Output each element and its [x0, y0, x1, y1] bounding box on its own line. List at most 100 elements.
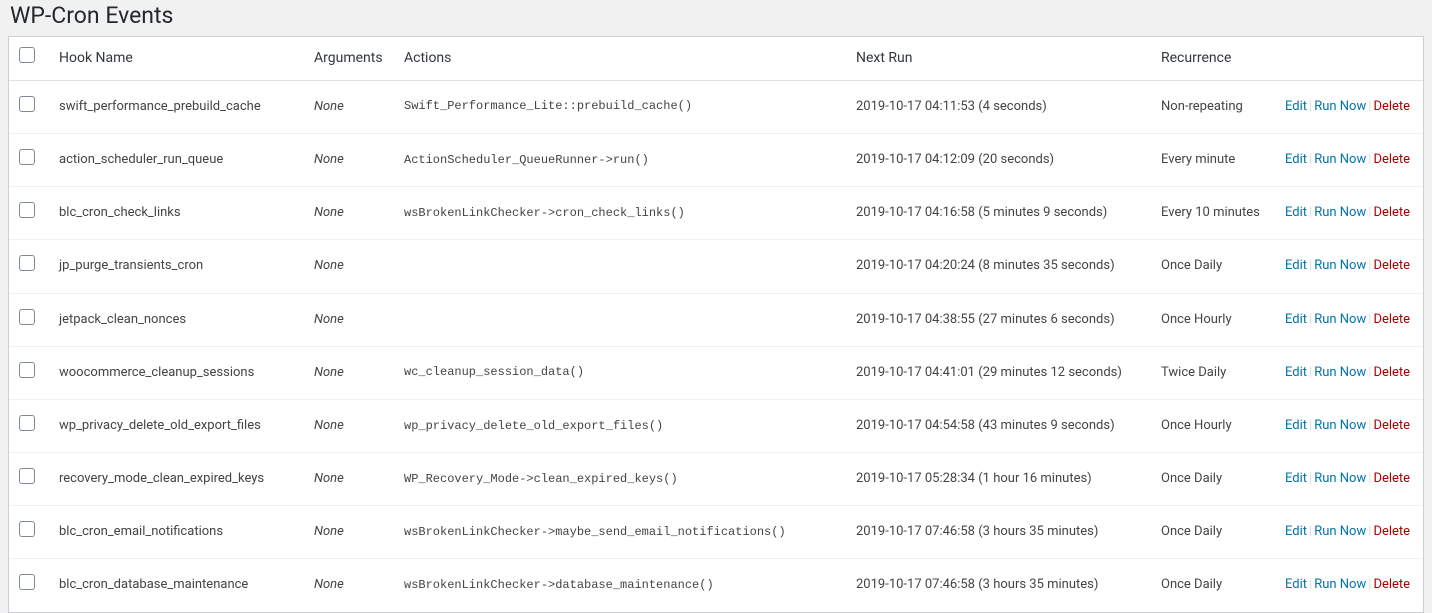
delete-link[interactable]: Delete — [1373, 365, 1410, 380]
action-callback — [394, 240, 846, 293]
arguments-value: None — [304, 133, 394, 186]
delete-link[interactable]: Delete — [1373, 471, 1410, 486]
row-checkbox-cell — [9, 453, 49, 506]
delete-link[interactable]: Delete — [1373, 152, 1410, 167]
delete-link[interactable]: Delete — [1373, 205, 1410, 220]
select-all-cell — [9, 37, 49, 80]
delete-link[interactable]: Delete — [1373, 312, 1410, 327]
edit-link[interactable]: Edit — [1285, 524, 1307, 539]
arguments-value: None — [304, 453, 394, 506]
action-callback: wsBrokenLinkChecker->maybe_send_email_no… — [394, 506, 846, 559]
row-checkbox[interactable] — [19, 255, 35, 271]
col-header-args: Arguments — [304, 37, 394, 80]
row-checkbox-cell — [9, 346, 49, 399]
cron-events-table: Hook Name Arguments Actions Next Run Rec… — [8, 36, 1424, 612]
recurrence: Once Daily — [1151, 453, 1275, 506]
row-checkbox[interactable] — [19, 96, 35, 112]
row-checkbox[interactable] — [19, 415, 35, 431]
separator: | — [1307, 577, 1314, 592]
row-checkbox[interactable] — [19, 202, 35, 218]
row-actions: Edit|Run Now|Delete — [1275, 133, 1423, 186]
run-now-link[interactable]: Run Now — [1314, 205, 1366, 220]
recurrence: Every minute — [1151, 133, 1275, 186]
edit-link[interactable]: Edit — [1285, 312, 1307, 327]
run-now-link[interactable]: Run Now — [1314, 471, 1366, 486]
table-row: wp_privacy_delete_old_export_filesNonewp… — [9, 399, 1423, 452]
hook-name: wp_privacy_delete_old_export_files — [49, 399, 304, 452]
run-now-link[interactable]: Run Now — [1314, 258, 1366, 273]
next-run: 2019-10-17 07:46:58 (3 hours 35 minutes) — [846, 506, 1151, 559]
row-checkbox-cell — [9, 293, 49, 346]
table-row: blc_cron_database_maintenanceNonewsBroke… — [9, 559, 1423, 612]
recurrence: Every 10 minutes — [1151, 187, 1275, 240]
row-checkbox-cell — [9, 399, 49, 452]
row-checkbox[interactable] — [19, 362, 35, 378]
next-run: 2019-10-17 04:41:01 (29 minutes 12 secon… — [846, 346, 1151, 399]
table-row: swift_performance_prebuild_cacheNoneSwif… — [9, 80, 1423, 133]
run-now-link[interactable]: Run Now — [1314, 418, 1366, 433]
table-row: blc_cron_email_notificationsNonewsBroken… — [9, 506, 1423, 559]
action-callback — [394, 293, 846, 346]
table-header-row: Hook Name Arguments Actions Next Run Rec… — [9, 37, 1423, 80]
table-row: jp_purge_transients_cronNone2019-10-17 0… — [9, 240, 1423, 293]
edit-link[interactable]: Edit — [1285, 99, 1307, 114]
edit-link[interactable]: Edit — [1285, 418, 1307, 433]
next-run: 2019-10-17 04:54:58 (43 minutes 9 second… — [846, 399, 1151, 452]
table-row: recovery_mode_clean_expired_keysNoneWP_R… — [9, 453, 1423, 506]
delete-link[interactable]: Delete — [1373, 577, 1410, 592]
recurrence: Once Daily — [1151, 240, 1275, 293]
row-actions: Edit|Run Now|Delete — [1275, 346, 1423, 399]
arguments-value: None — [304, 187, 394, 240]
row-checkbox-cell — [9, 506, 49, 559]
edit-link[interactable]: Edit — [1285, 577, 1307, 592]
next-run: 2019-10-17 04:11:53 (4 seconds) — [846, 80, 1151, 133]
recurrence: Once Daily — [1151, 506, 1275, 559]
edit-link[interactable]: Edit — [1285, 258, 1307, 273]
edit-link[interactable]: Edit — [1285, 365, 1307, 380]
hook-name: swift_performance_prebuild_cache — [49, 80, 304, 133]
arguments-value: None — [304, 240, 394, 293]
recurrence: Twice Daily — [1151, 346, 1275, 399]
recurrence: Non-repeating — [1151, 80, 1275, 133]
hook-name: blc_cron_check_links — [49, 187, 304, 240]
col-header-hook: Hook Name — [49, 37, 304, 80]
hook-name: recovery_mode_clean_expired_keys — [49, 453, 304, 506]
run-now-link[interactable]: Run Now — [1314, 524, 1366, 539]
edit-link[interactable]: Edit — [1285, 152, 1307, 167]
edit-link[interactable]: Edit — [1285, 205, 1307, 220]
table-row: jetpack_clean_noncesNone2019-10-17 04:38… — [9, 293, 1423, 346]
row-actions: Edit|Run Now|Delete — [1275, 453, 1423, 506]
separator: | — [1366, 577, 1373, 592]
hook-name: blc_cron_database_maintenance — [49, 559, 304, 612]
select-all-checkbox[interactable] — [19, 47, 35, 63]
col-header-ops — [1275, 37, 1423, 80]
next-run: 2019-10-17 05:28:34 (1 hour 16 minutes) — [846, 453, 1151, 506]
col-header-recur: Recurrence — [1151, 37, 1275, 80]
row-checkbox[interactable] — [19, 574, 35, 590]
run-now-link[interactable]: Run Now — [1314, 312, 1366, 327]
run-now-link[interactable]: Run Now — [1314, 365, 1366, 380]
edit-link[interactable]: Edit — [1285, 471, 1307, 486]
row-checkbox[interactable] — [19, 521, 35, 537]
hook-name: action_scheduler_run_queue — [49, 133, 304, 186]
row-actions: Edit|Run Now|Delete — [1275, 240, 1423, 293]
next-run: 2019-10-17 04:38:55 (27 minutes 6 second… — [846, 293, 1151, 346]
delete-link[interactable]: Delete — [1373, 258, 1410, 273]
col-header-actions: Actions — [394, 37, 846, 80]
next-run: 2019-10-17 04:12:09 (20 seconds) — [846, 133, 1151, 186]
row-checkbox[interactable] — [19, 149, 35, 165]
row-checkbox[interactable] — [19, 468, 35, 484]
action-callback: wc_cleanup_session_data() — [394, 346, 846, 399]
delete-link[interactable]: Delete — [1373, 524, 1410, 539]
run-now-link[interactable]: Run Now — [1314, 152, 1366, 167]
run-now-link[interactable]: Run Now — [1314, 577, 1366, 592]
run-now-link[interactable]: Run Now — [1314, 99, 1366, 114]
hook-name: jetpack_clean_nonces — [49, 293, 304, 346]
delete-link[interactable]: Delete — [1373, 418, 1410, 433]
row-actions: Edit|Run Now|Delete — [1275, 80, 1423, 133]
arguments-value: None — [304, 399, 394, 452]
delete-link[interactable]: Delete — [1373, 99, 1410, 114]
action-callback: Swift_Performance_Lite::prebuild_cache() — [394, 80, 846, 133]
recurrence: Once Daily — [1151, 559, 1275, 612]
row-checkbox[interactable] — [19, 309, 35, 325]
